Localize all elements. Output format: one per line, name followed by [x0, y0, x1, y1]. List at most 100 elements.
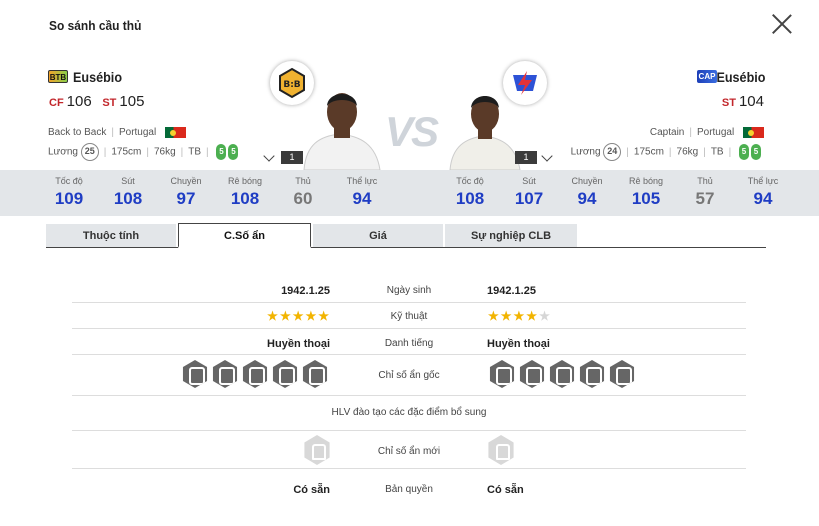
- season-left: Back to Back: [48, 127, 107, 139]
- row-label-skill: Kỹ thuật: [390, 311, 428, 322]
- stat-value: 97: [176, 189, 196, 208]
- level-badge-left: 1: [281, 151, 303, 164]
- trait-icon[interactable]: [519, 360, 545, 388]
- close-icon[interactable]: [770, 12, 794, 36]
- tab-hidden-stats[interactable]: C.Số ẩn: [178, 223, 311, 248]
- level-badge-right: 1: [515, 151, 537, 164]
- star-icon: ★: [513, 309, 525, 323]
- vs-label: VS: [385, 108, 439, 155]
- ovr1-left: 106: [66, 93, 92, 110]
- trait-icon[interactable]: [302, 360, 328, 388]
- trait-icon[interactable]: [549, 360, 575, 388]
- stat-left-1: Sút 108: [103, 176, 153, 209]
- stat-right-4: Thủ 57: [680, 176, 730, 209]
- nation-left: Portugal: [118, 127, 157, 139]
- stat-value: 94: [753, 189, 773, 208]
- info-line1-right: Captain | Portugal: [650, 127, 764, 138]
- foot-right-icon: 5: [228, 144, 239, 160]
- trait-icon[interactable]: [242, 360, 268, 388]
- height-right: 175cm: [633, 146, 664, 158]
- stat-left-2: Chuyền 97: [161, 176, 211, 209]
- stat-value: 108: [113, 189, 143, 208]
- foot-left-icon: 5: [216, 144, 227, 160]
- lock-icon: [488, 435, 514, 465]
- star-icon: ★: [292, 309, 304, 323]
- wage-icon: 24: [603, 143, 622, 161]
- info-line2-left: Lương 25 | 175cm | 76kg | TB | 55: [48, 143, 239, 161]
- player-name-left: Eusébio: [73, 69, 123, 85]
- row-label-birth: Ngày sinh: [386, 285, 432, 296]
- stat-label: Sút: [121, 176, 135, 186]
- player-name-right: Eusébio: [715, 69, 765, 85]
- stat-right-3: Rê bóng 105: [621, 176, 671, 209]
- stat-right-1: Sút 107: [504, 176, 554, 209]
- row-new-traits: Chỉ số ẩn mới: [72, 432, 746, 469]
- trait-icon[interactable]: [489, 360, 515, 388]
- star-icon: ★: [267, 309, 278, 323]
- star-icon: ★: [488, 309, 499, 323]
- tab-attributes[interactable]: Thuộc tính: [46, 224, 176, 247]
- stat-value: 108: [455, 189, 485, 208]
- foot-left-icon: 5: [739, 144, 749, 160]
- stat-value: 94: [352, 189, 372, 208]
- wage-label-left: Lương: [48, 146, 78, 158]
- pos2-left: ST: [102, 97, 117, 109]
- trait-icon[interactable]: [609, 360, 635, 388]
- reputation-left: Huyền thoại: [267, 338, 330, 350]
- season-right: Captain: [649, 127, 685, 139]
- stat-value: 109: [54, 189, 84, 208]
- season-badge-left: BTB: [48, 70, 68, 83]
- positions-right: ST 104: [722, 93, 764, 110]
- stat-label: Chuyền: [571, 176, 603, 186]
- traits-left: [180, 360, 330, 388]
- trait-icon[interactable]: [182, 360, 208, 388]
- stat-right-2: Chuyền 94: [562, 176, 612, 209]
- row-label-new-traits: Chỉ số ẩn mới: [377, 446, 441, 457]
- body-left: TB: [188, 146, 202, 158]
- info-line2-right: Lương 24 | 175cm | 76kg | TB | 55: [571, 143, 761, 161]
- star-icon: ★: [279, 309, 291, 323]
- pos1-left: CF: [49, 97, 64, 109]
- stat-value: 108: [230, 189, 260, 208]
- lock-icon: [304, 435, 330, 465]
- stat-value: 94: [577, 189, 597, 208]
- row-coach: HLV đào tạo các đặc điểm bổ sung: [72, 397, 746, 431]
- stat-value: 105: [631, 189, 661, 208]
- tab-price[interactable]: Giá: [313, 224, 443, 247]
- ovr2-left: 105: [119, 93, 145, 110]
- weight-left: 76kg: [153, 146, 176, 158]
- body-right: TB: [710, 146, 724, 158]
- flag-icon: [743, 127, 764, 138]
- stat-left-5: Thể lực 94: [337, 176, 387, 209]
- dialog-title: So sánh cầu thủ: [49, 18, 142, 33]
- trait-icon[interactable]: [272, 360, 298, 388]
- positions-left: CF 106 ST 105: [49, 93, 144, 110]
- skill-stars-left: ★ ★ ★ ★ ★: [266, 309, 330, 323]
- row-label-reputation: Danh tiếng: [384, 338, 434, 349]
- tab-club-career[interactable]: Sự nghiệp CLB: [445, 224, 577, 247]
- birth-right: 1942.1.25: [487, 285, 536, 297]
- row-label-coach: HLV đào tạo các đặc điểm bổ sung: [331, 407, 487, 418]
- reputation-right: Huyền thoại: [487, 338, 550, 350]
- license-right: Có sẵn: [487, 484, 524, 496]
- info-line1-left: Back to Back | Portugal: [48, 127, 186, 138]
- trait-icon[interactable]: [212, 360, 238, 388]
- trait-icon[interactable]: [579, 360, 605, 388]
- stat-label: Thể lực: [747, 176, 779, 186]
- row-skill: ★ ★ ★ ★ ★ Kỹ thuật ★ ★ ★ ★ ★: [72, 304, 746, 329]
- skill-stars-right: ★ ★ ★ ★ ★: [487, 309, 551, 323]
- player-photo-left: [303, 93, 381, 170]
- star-icon: ★: [500, 309, 512, 323]
- weight-right: 76kg: [676, 146, 699, 158]
- chevron-down-icon[interactable]: [263, 150, 275, 162]
- chevron-down-icon[interactable]: [541, 150, 553, 162]
- traits-right: [487, 360, 637, 388]
- stat-label: Tốc độ: [456, 176, 484, 186]
- wage-icon: 25: [80, 143, 99, 161]
- team-crest-right: [503, 61, 547, 105]
- row-label-license: Bản quyền: [385, 484, 433, 495]
- ovr1-right: 104: [738, 93, 764, 110]
- tab-bar: Thuộc tính C.Số ẩn Giá Sự nghiệp CLB: [46, 223, 766, 248]
- star-icon: ★: [305, 309, 317, 323]
- stat-label: Rê bóng: [628, 176, 664, 186]
